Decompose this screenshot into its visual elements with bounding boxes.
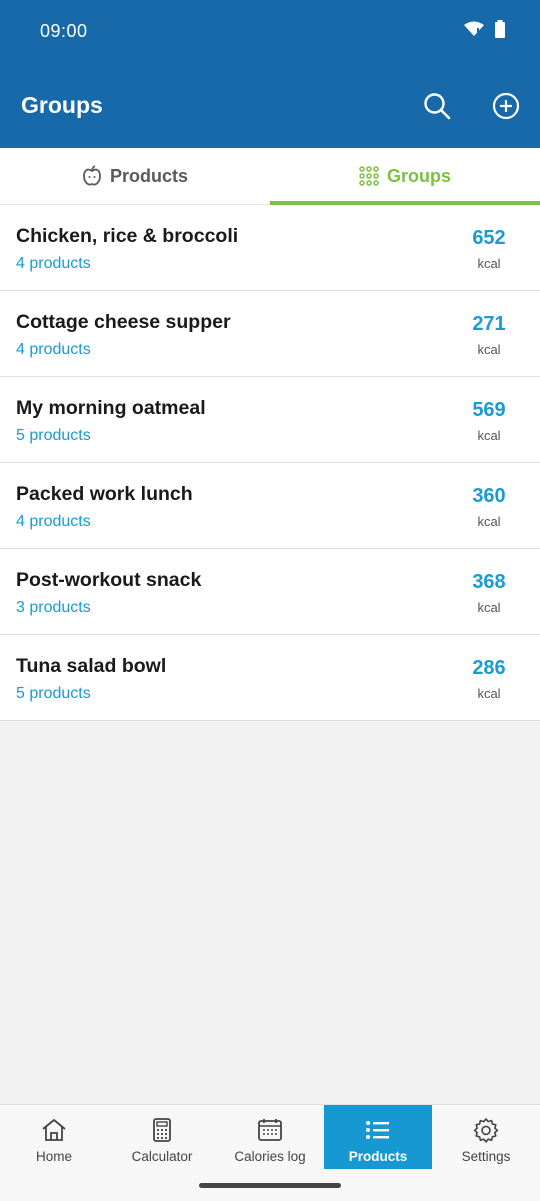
grid-icon <box>359 166 379 186</box>
nav-calculator-label: Calculator <box>131 1149 193 1164</box>
status-icons <box>464 20 506 38</box>
list-icon <box>366 1121 389 1139</box>
nav-calories-log[interactable]: Calories log <box>216 1105 324 1169</box>
group-list: Chicken, rice & broccoli 4 products 652 … <box>0 205 540 721</box>
nav-home[interactable]: Home <box>0 1105 108 1169</box>
group-kcal-unit: kcal <box>477 342 501 357</box>
group-name: Cottage cheese supper <box>16 311 231 333</box>
home-icon <box>42 1119 66 1141</box>
group-kcal-unit: kcal <box>477 514 501 529</box>
group-kcal: 569 <box>472 399 506 421</box>
tab-groups-label: Groups <box>386 165 451 186</box>
add-circle-icon <box>492 92 520 120</box>
group-kcal: 360 <box>472 485 506 507</box>
group-kcal-unit: kcal <box>477 600 501 615</box>
app-bar: 09:00 Groups <box>0 0 540 148</box>
group-kcal-unit: kcal <box>477 686 501 701</box>
group-kcal: 286 <box>472 657 506 679</box>
group-row[interactable]: My morning oatmeal 5 products 569 kcal <box>0 377 540 463</box>
group-row[interactable]: Tuna salad bowl 5 products 286 kcal <box>0 635 540 721</box>
nav-calculator[interactable]: Calculator <box>108 1105 216 1169</box>
group-product-count: 5 products <box>16 427 91 444</box>
group-product-count: 5 products <box>16 685 91 702</box>
group-name: Packed work lunch <box>16 483 193 505</box>
group-product-count: 4 products <box>16 513 91 530</box>
group-name: Chicken, rice & broccoli <box>16 225 239 247</box>
nav-settings-label: Settings <box>461 1149 511 1164</box>
calculator-icon <box>153 1118 171 1142</box>
group-product-count: 4 products <box>16 341 91 358</box>
group-row[interactable]: Chicken, rice & broccoli 4 products 652 … <box>0 205 540 291</box>
apple-icon <box>83 165 101 186</box>
group-product-count: 4 products <box>16 255 91 272</box>
group-product-count: 3 products <box>16 599 91 616</box>
nav-products[interactable]: Products <box>324 1105 432 1169</box>
group-kcal-unit: kcal <box>477 256 501 271</box>
group-row[interactable]: Packed work lunch 4 products 360 kcal <box>0 463 540 549</box>
calendar-icon <box>258 1119 282 1141</box>
nav-products-label: Products <box>348 1149 408 1164</box>
group-kcal-unit: kcal <box>477 428 501 443</box>
bottom-navigation: Home Calculator Calories log Products Se… <box>0 1104 540 1201</box>
status-time: 09:00 <box>40 21 88 41</box>
group-name: Tuna salad bowl <box>16 655 167 677</box>
search-button[interactable] <box>420 89 454 123</box>
nav-settings[interactable]: Settings <box>432 1105 540 1169</box>
tab-groups[interactable]: Groups <box>270 148 540 205</box>
tab-products-label: Products <box>109 165 188 186</box>
tab-products[interactable]: Products <box>0 148 270 204</box>
wifi-icon <box>464 21 484 36</box>
add-group-button[interactable] <box>489 89 523 123</box>
page-title: Groups <box>21 92 103 118</box>
group-kcal: 368 <box>472 571 506 593</box>
group-name: Post-workout snack <box>16 569 202 591</box>
tab-bar: Products Groups <box>0 148 540 205</box>
battery-icon <box>495 20 505 38</box>
group-name: My morning oatmeal <box>16 397 206 419</box>
group-row[interactable]: Cottage cheese supper 4 products 271 kca… <box>0 291 540 377</box>
nav-home-label: Home <box>35 1149 72 1164</box>
group-kcal: 271 <box>472 313 506 335</box>
gear-icon <box>473 1118 499 1143</box>
search-icon <box>424 93 451 120</box>
gesture-home-indicator[interactable] <box>199 1183 341 1188</box>
group-kcal: 652 <box>472 227 506 249</box>
group-row[interactable]: Post-workout snack 3 products 368 kcal <box>0 549 540 635</box>
nav-calories-log-label: Calories log <box>234 1149 306 1164</box>
